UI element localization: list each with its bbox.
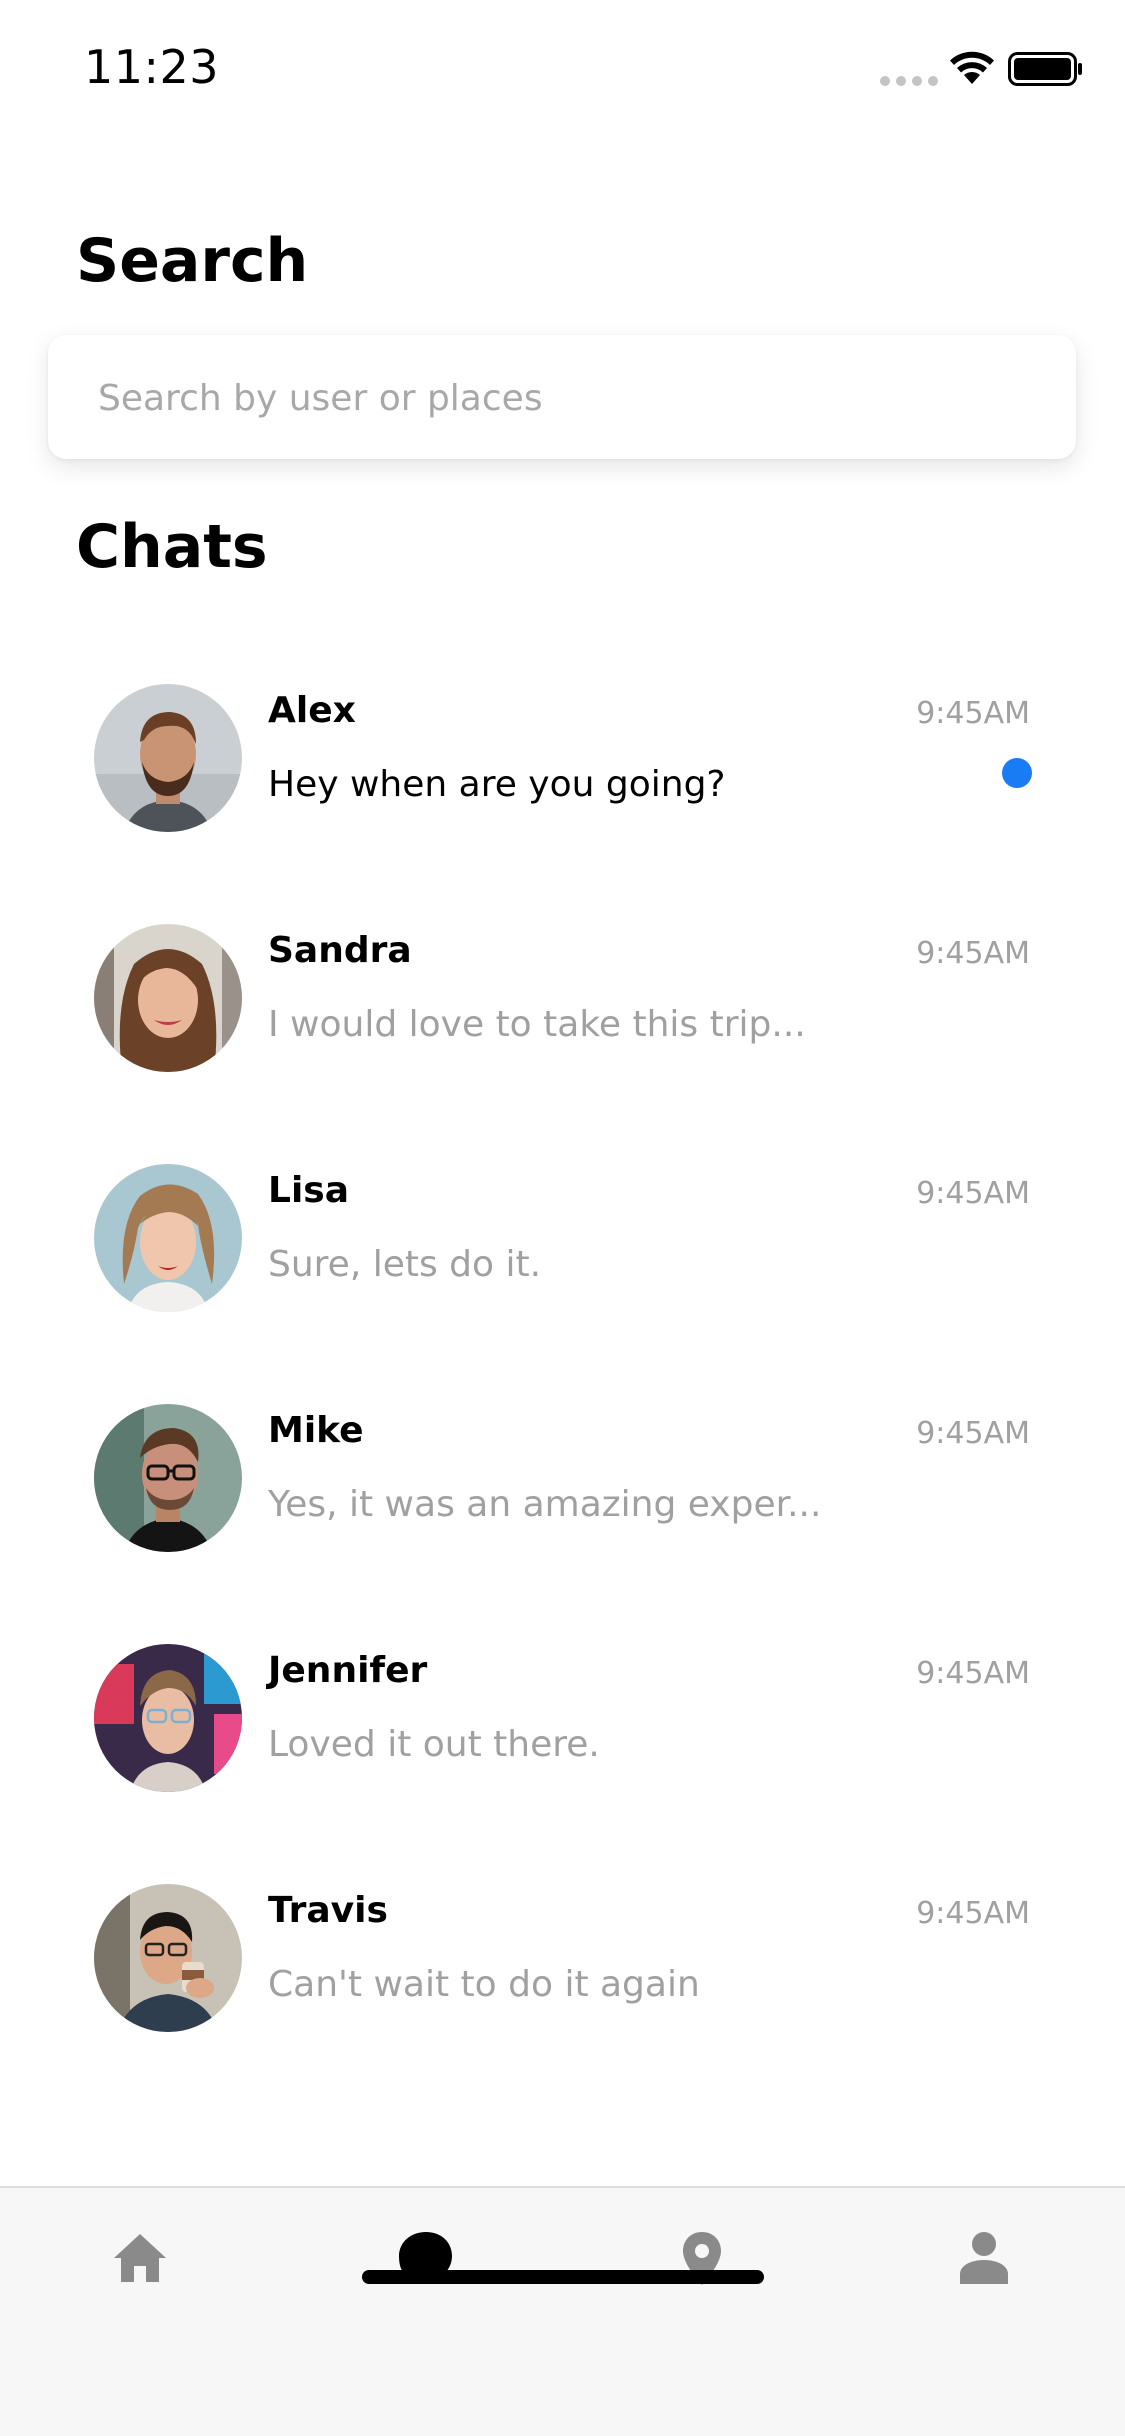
battery-icon [1008, 52, 1082, 86]
chat-item-travis[interactable]: Travis 9:45AM Can't wait to do it again [0, 1860, 1125, 2100]
chat-preview: I would love to take this trip... [268, 1004, 806, 1045]
chat-preview: Can't wait to do it again [268, 1964, 700, 2005]
tab-chats[interactable] [384, 2218, 464, 2298]
chat-time: 9:45AM [916, 1416, 1030, 1451]
status-time: 11:23 [84, 40, 220, 94]
tab-places[interactable] [662, 2218, 742, 2298]
avatar-alex[interactable] [94, 684, 242, 832]
wifi-icon [950, 51, 994, 84]
search-box[interactable] [48, 335, 1076, 461]
chat-time: 9:45AM [916, 1176, 1030, 1211]
search-heading: Search [76, 226, 309, 296]
chat-screen: 11:23 Search Chats [0, 0, 1125, 2436]
person-icon [960, 2232, 1008, 2284]
chat-time: 9:45AM [916, 1656, 1030, 1691]
chat-name: Lisa [268, 1170, 349, 1211]
home-indicator[interactable] [362, 2270, 764, 2284]
unread-indicator [1002, 758, 1032, 788]
chats-heading: Chats [76, 512, 268, 582]
chat-name: Mike [268, 1410, 364, 1451]
chat-name: Jennifer [268, 1650, 428, 1691]
status-bar: 11:23 [0, 0, 1125, 140]
chat-name: Alex [268, 690, 356, 731]
chat-name: Travis [268, 1890, 388, 1931]
cellular-signal-icon [880, 76, 938, 86]
chat-preview: Sure, lets do it. [268, 1244, 542, 1285]
tab-bar [0, 2186, 1125, 2436]
chat-preview: Yes, it was an amazing exper... [268, 1484, 822, 1525]
chat-item-lisa[interactable]: Lisa 9:45AM Sure, lets do it. [0, 1140, 1125, 1380]
chat-item-mike[interactable]: Mike 9:45AM Yes, it was an amazing exper… [0, 1380, 1125, 1620]
chat-item-sandra[interactable]: Sandra 9:45AM I would love to take this … [0, 900, 1125, 1140]
avatar-travis[interactable] [94, 1884, 242, 2032]
avatar-jennifer[interactable] [94, 1644, 242, 1792]
chat-item-alex[interactable]: Alex 9:45AM Hey when are you going? [0, 660, 1125, 900]
search-input[interactable] [96, 335, 1040, 461]
chat-preview: Hey when are you going? [268, 764, 726, 805]
chat-name: Sandra [268, 930, 412, 971]
chat-time: 9:45AM [916, 696, 1030, 731]
home-icon [114, 2234, 166, 2282]
chat-preview: Loved it out there. [268, 1724, 600, 1765]
chat-item-jennifer[interactable]: Jennifer 9:45AM Loved it out there. [0, 1620, 1125, 1860]
avatar-mike[interactable] [94, 1404, 242, 1552]
avatar-sandra[interactable] [94, 924, 242, 1072]
chat-time: 9:45AM [916, 1896, 1030, 1931]
tab-home[interactable] [100, 2218, 180, 2298]
tab-profile[interactable] [944, 2218, 1024, 2298]
chat-time: 9:45AM [916, 936, 1030, 971]
chat-list: Alex 9:45AM Hey when are you going? Sand… [0, 660, 1125, 2100]
avatar-lisa[interactable] [94, 1164, 242, 1312]
